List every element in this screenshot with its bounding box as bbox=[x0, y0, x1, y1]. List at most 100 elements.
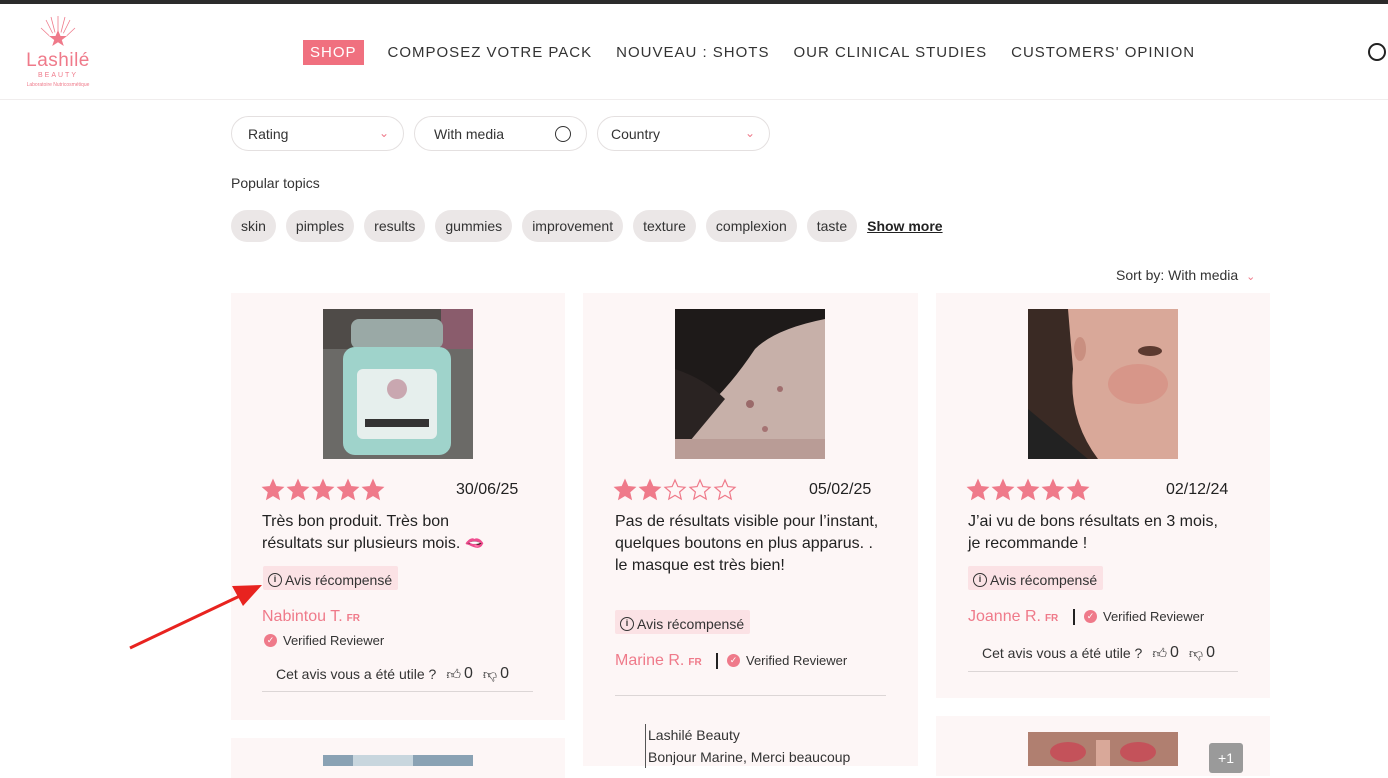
reward-badge[interactable]: i Avis récompensé bbox=[615, 610, 751, 634]
topic-chip[interactable]: skin bbox=[231, 210, 276, 242]
site-header: Lashilé BEAUTY Laboratoire Nutricosmétiq… bbox=[0, 4, 1388, 100]
star-filled-icon bbox=[1066, 478, 1090, 501]
rating-filter-label: Rating bbox=[248, 126, 289, 142]
with-media-filter[interactable]: With media bbox=[414, 116, 587, 151]
review-author[interactable]: Joanne R. FR bbox=[968, 608, 1058, 626]
author-name: Joanne R. bbox=[968, 608, 1041, 625]
reward-badge[interactable]: i Avis récompensé bbox=[263, 566, 399, 590]
review-photo[interactable] bbox=[1028, 732, 1178, 766]
star-filled-icon bbox=[1016, 478, 1040, 501]
nav-customers-opinion[interactable]: CUSTOMERS' OPINION bbox=[1011, 44, 1195, 61]
check-icon: ✓ bbox=[1084, 610, 1097, 623]
nav-shots[interactable]: NOUVEAU : SHOTS bbox=[616, 44, 769, 61]
downvote-count: 0 bbox=[500, 665, 509, 682]
review-author[interactable]: Nabintou T. FR bbox=[262, 608, 360, 626]
star-empty-icon bbox=[713, 478, 737, 501]
reply-author: Lashilé Beauty bbox=[648, 727, 740, 743]
review-card: 02/12/24 J’ai vu de bons résultats en 3 … bbox=[936, 293, 1270, 698]
thumbs-up-icon[interactable]: 👍︎ bbox=[446, 666, 461, 683]
star-filled-icon bbox=[311, 478, 335, 501]
star-filled-icon bbox=[336, 478, 360, 501]
thumbs-down-icon[interactable]: 👎︎ bbox=[1189, 645, 1203, 662]
divider bbox=[262, 691, 533, 692]
topic-chip[interactable]: results bbox=[364, 210, 426, 242]
topic-chip[interactable]: gummies bbox=[435, 210, 513, 242]
verified-label: Verified Reviewer bbox=[283, 633, 385, 648]
star-filled-icon bbox=[1041, 478, 1065, 501]
verified-label: Verified Reviewer bbox=[746, 653, 848, 668]
info-icon: i bbox=[973, 572, 987, 587]
main-nav: SHOP COMPOSEZ VOTRE PACK NOUVEAU : SHOTS… bbox=[303, 39, 1219, 65]
star-rating bbox=[613, 478, 738, 502]
review-photo[interactable] bbox=[323, 309, 473, 459]
star-filled-icon bbox=[638, 478, 662, 501]
helpful-question: Cet avis vous a été utile ? bbox=[982, 645, 1143, 661]
author-country: FR bbox=[1044, 613, 1059, 624]
verified-reviewer: ✓ Verified Reviewer bbox=[264, 633, 384, 648]
topic-chip[interactable]: texture bbox=[633, 210, 696, 242]
logo-sub: BEAUTY bbox=[37, 72, 78, 79]
review-card bbox=[231, 738, 565, 778]
brand-logo[interactable]: Lashilé BEAUTY Laboratoire Nutricosmétiq… bbox=[18, 14, 98, 94]
more-media-badge[interactable]: +1 bbox=[1209, 743, 1243, 773]
sort-control[interactable]: Sort by: With media ⌄ bbox=[1116, 267, 1255, 283]
star-rating bbox=[966, 478, 1091, 502]
separator bbox=[1073, 609, 1075, 625]
verified-label: Verified Reviewer bbox=[1103, 609, 1205, 624]
thumbs-down-icon[interactable]: 👎︎ bbox=[483, 666, 497, 683]
info-icon: i bbox=[620, 616, 634, 631]
check-icon: ✓ bbox=[264, 634, 277, 647]
logo-wordmark: Lashilé bbox=[26, 50, 90, 71]
review-text: Pas de résultats visible pour l’instant,… bbox=[615, 513, 879, 574]
with-media-radio[interactable] bbox=[555, 126, 571, 142]
topic-chip[interactable]: pimples bbox=[285, 210, 355, 242]
chevron-down-icon: ⌄ bbox=[378, 126, 389, 140]
star-empty-icon bbox=[688, 478, 712, 501]
check-icon: ✓ bbox=[727, 654, 740, 667]
star-rating bbox=[261, 478, 386, 502]
rating-filter[interactable]: Rating ⌄ bbox=[231, 116, 404, 151]
with-media-label: With media bbox=[434, 126, 505, 142]
nav-shop[interactable]: SHOP bbox=[303, 39, 364, 65]
nav-compose-pack[interactable]: COMPOSEZ VOTRE PACK bbox=[388, 44, 593, 61]
star-filled-icon bbox=[613, 478, 637, 501]
reward-badge-label: Avis récompensé bbox=[990, 571, 1098, 588]
country-filter-label: Country bbox=[611, 126, 661, 142]
star-filled-icon bbox=[966, 478, 990, 501]
reply-text: Bonjour Marine, Merci beaucoup bbox=[648, 749, 851, 765]
author-country: FR bbox=[346, 613, 360, 624]
search-icon[interactable] bbox=[1366, 42, 1388, 64]
reward-badge[interactable]: i Avis récompensé bbox=[968, 566, 1104, 590]
topic-chip[interactable]: taste bbox=[806, 210, 858, 242]
reward-badge-label: Avis récompensé bbox=[285, 571, 393, 588]
star-filled-icon bbox=[261, 478, 285, 501]
star-filled-icon bbox=[991, 478, 1015, 501]
popular-topics-label: Popular topics bbox=[231, 175, 320, 191]
logo-sunburst-icon bbox=[40, 16, 76, 48]
thumbs-up-icon[interactable]: 👍︎ bbox=[1152, 645, 1167, 662]
divider bbox=[968, 671, 1238, 672]
star-filled-icon bbox=[361, 478, 385, 501]
helpful-row: Cet avis vous a été utile ? 👍︎ 0 👎︎ 0 bbox=[982, 644, 1215, 662]
review-date: 30/06/25 bbox=[456, 481, 519, 498]
review-photo[interactable] bbox=[323, 754, 473, 766]
review-text: Très bon produit. Très bon résultats sur… bbox=[262, 513, 485, 552]
upvote-count: 0 bbox=[463, 665, 473, 682]
topic-chip[interactable]: complexion bbox=[705, 210, 797, 242]
sort-label: Sort by: bbox=[1116, 267, 1165, 283]
chevron-down-icon: ⌄ bbox=[1246, 271, 1256, 283]
author-country: FR bbox=[688, 657, 702, 668]
review-author[interactable]: Marine R. FR bbox=[615, 652, 702, 670]
downvote-count: 0 bbox=[1206, 644, 1215, 661]
divider bbox=[615, 695, 886, 696]
review-photo[interactable] bbox=[675, 309, 825, 459]
review-card: +1 bbox=[936, 716, 1270, 776]
review-photo[interactable] bbox=[1028, 309, 1178, 459]
country-filter[interactable]: Country ⌄ bbox=[597, 116, 770, 151]
separator bbox=[716, 653, 718, 669]
nav-clinical-studies[interactable]: OUR CLINICAL STUDIES bbox=[793, 44, 987, 61]
topic-chip[interactable]: improvement bbox=[522, 210, 624, 242]
review-card: 05/02/25 Pas de résultats visible pour l… bbox=[583, 293, 918, 768]
author-name: Marine R. bbox=[615, 652, 685, 669]
show-more-link[interactable]: Show more bbox=[867, 218, 942, 234]
